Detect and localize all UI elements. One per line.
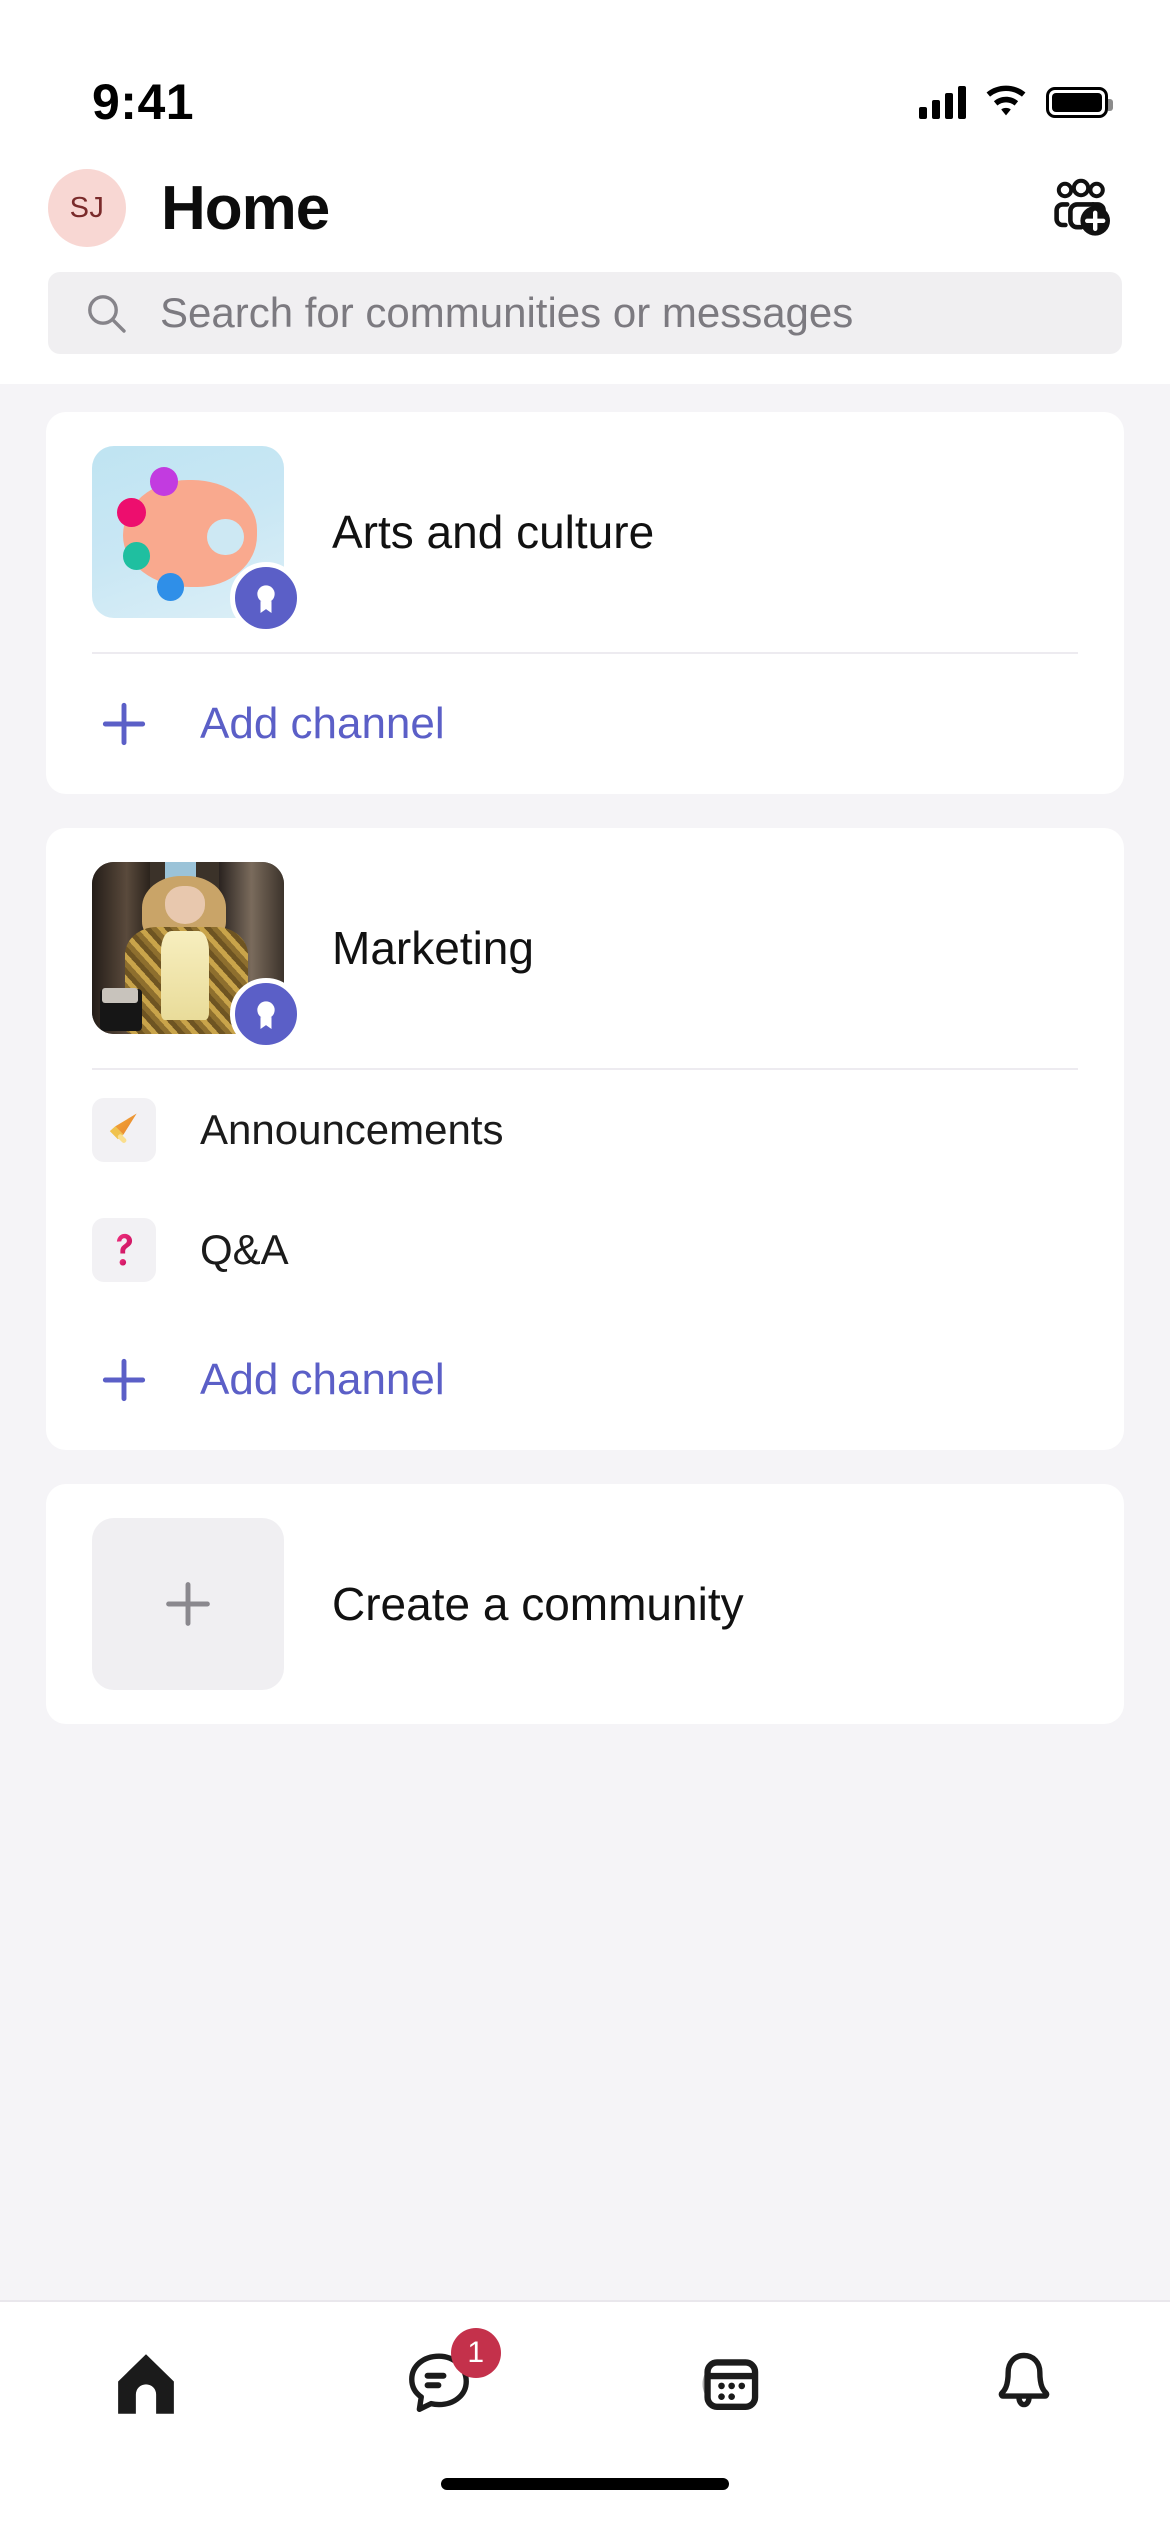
- community-card-marketing: Marketing Announcements Q&A Add channel: [46, 828, 1124, 1450]
- search-input[interactable]: Search for communities or messages: [48, 272, 1122, 354]
- avatar[interactable]: SJ: [48, 169, 126, 247]
- add-people-button[interactable]: [1046, 172, 1118, 244]
- award-medal-icon: [230, 978, 302, 1050]
- tab-calendar[interactable]: [585, 2336, 878, 2432]
- cellular-signal-icon: [919, 85, 966, 119]
- status-time: 9:41: [92, 74, 195, 130]
- community-name: Marketing: [332, 922, 534, 974]
- question-mark-icon: [92, 1218, 156, 1282]
- page-title: Home: [161, 173, 330, 243]
- plus-icon: [92, 1348, 156, 1412]
- phone-screen: 9:41 SJ Home Search for communities or m…: [0, 0, 1170, 2532]
- add-channel-button[interactable]: Add channel: [46, 1310, 1124, 1450]
- add-people-icon: [1054, 178, 1110, 236]
- community-header-row[interactable]: Arts and culture: [46, 412, 1124, 652]
- tab-activity[interactable]: [878, 2336, 1170, 2432]
- channel-name: Announcements: [200, 1106, 504, 1153]
- status-indicators: [919, 85, 1113, 119]
- add-channel-button[interactable]: Add channel: [46, 654, 1124, 794]
- create-community-row[interactable]: Create a community: [46, 1484, 1124, 1724]
- home-indicator[interactable]: [441, 2478, 729, 2490]
- community-card-arts-and-culture: Arts and culture Add channel: [46, 412, 1124, 794]
- app-header: SJ Home: [0, 152, 1170, 264]
- create-community-label: Create a community: [332, 1578, 744, 1630]
- add-channel-label: Add channel: [200, 699, 445, 748]
- community-avatar-wrap: [92, 446, 302, 634]
- search-placeholder: Search for communities or messages: [160, 289, 854, 336]
- channel-row-qa[interactable]: Q&A: [46, 1190, 1124, 1310]
- plus-icon: [92, 1518, 284, 1690]
- search-icon: [88, 295, 126, 333]
- wifi-icon: [986, 85, 1026, 116]
- tab-chat[interactable]: 1: [293, 2328, 586, 2432]
- channel-name: Q&A: [200, 1226, 289, 1273]
- chat-unread-badge: 1: [450, 2328, 501, 2378]
- add-channel-label: Add channel: [200, 1355, 445, 1404]
- community-header-row[interactable]: Marketing: [46, 828, 1124, 1068]
- search-section: Search for communities or messages: [0, 264, 1170, 384]
- bell-icon: [998, 2352, 1050, 2408]
- plus-icon: [92, 692, 156, 756]
- channel-row-announcements[interactable]: Announcements: [46, 1070, 1124, 1190]
- bottom-tab-bar: 1: [0, 2300, 1170, 2470]
- megaphone-icon: [92, 1098, 156, 1162]
- battery-full-icon: [1046, 86, 1113, 118]
- community-name: Arts and culture: [332, 506, 655, 558]
- tab-home[interactable]: [0, 2336, 293, 2432]
- calendar-icon: [702, 2359, 759, 2410]
- create-community-card[interactable]: Create a community: [46, 1484, 1124, 1724]
- community-avatar-wrap: [92, 862, 302, 1050]
- home-indicator-area: [0, 2470, 1170, 2532]
- home-icon: [118, 2354, 175, 2414]
- community-list: Arts and culture Add channel Marketing A…: [0, 384, 1170, 2300]
- status-bar: 9:41: [0, 0, 1170, 152]
- award-medal-icon: [230, 562, 302, 634]
